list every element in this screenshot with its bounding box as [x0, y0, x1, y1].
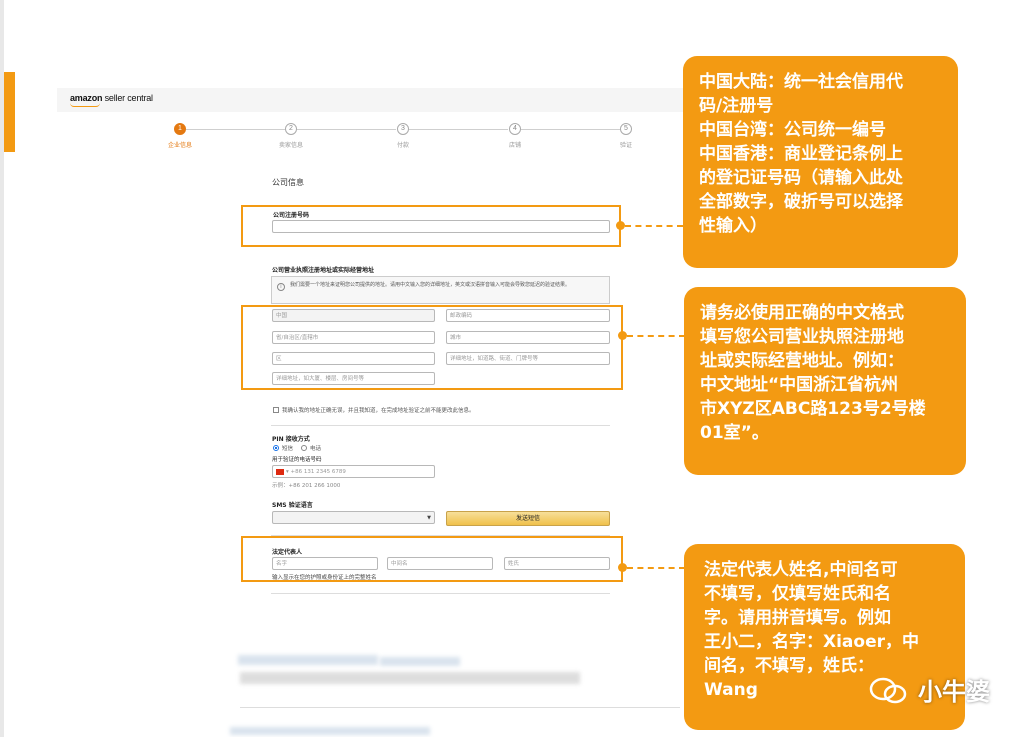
connector-line [625, 225, 683, 227]
phone-example: 示例：+86 201 266 1000 [272, 483, 341, 489]
sms-language-select[interactable]: ▼ [272, 511, 435, 524]
step-5-circle: 5 [620, 123, 632, 135]
address-info-box: i 我们需要一个地址来证明您公司提供的地址。请用中文输入您的详细地址，英文或汉语… [271, 276, 610, 304]
callout-address-format: 请务必使用正确的中文格式 填写您公司营业执照注册地 址或实际经营地址。例如： 中… [684, 287, 966, 475]
phone-input[interactable]: ▾ +86 131 2345 6789 [272, 465, 435, 478]
seller-central-logo[interactable]: amazon seller central [70, 93, 153, 107]
callout-line: 性输入） [699, 216, 767, 236]
wechat-icon [869, 677, 907, 704]
logo-brand: amazon [70, 93, 103, 103]
phone-value: +86 131 2345 6789 [290, 469, 346, 475]
callout-line: 填写您公司营业执照注册地 [700, 327, 904, 347]
step-1-label: 企业信息 [167, 142, 192, 149]
callout-line: 间名，不填写，姓氏： [704, 656, 874, 676]
chevron-down-icon: ▼ [427, 515, 431, 521]
callout-line: 址或实际经营地址。例如： [700, 351, 904, 371]
pin-call-radio[interactable] [301, 445, 307, 451]
divider [271, 593, 610, 594]
blurred-content [230, 727, 430, 735]
seller-central-header [57, 88, 697, 112]
callout-line: 的登记证号码（请输入此处 [699, 168, 903, 188]
callout-line: 不填写，仅填写姓氏和名 [704, 584, 891, 604]
orange-side-tab [4, 72, 15, 152]
callout-line: 请务必使用正确的中文格式 [700, 303, 904, 323]
progress-line [521, 129, 620, 130]
blurred-content [238, 655, 378, 665]
step-1-circle: 1 [174, 123, 186, 135]
callout-line: 码/注册号 [699, 96, 774, 116]
callout-line: 全部数字，破折号可以选择 [699, 192, 903, 212]
step-4-circle: 4 [509, 123, 521, 135]
step-5-label: 验证 [619, 142, 632, 149]
watermark-text: 小牛婆 [918, 678, 990, 706]
progress-line [409, 129, 508, 130]
callout-registration-number: 中国大陆：统一社会信用代 码/注册号 中国台湾：公司统一编号 中国香港：商业登记… [683, 56, 958, 268]
send-sms-button[interactable]: 发送短信 [446, 511, 610, 526]
reg-number-highlight [241, 205, 621, 247]
progress-line [186, 129, 285, 130]
confirm-address-checkbox[interactable] [273, 407, 279, 413]
address-info-text: 我们需要一个地址来证明您公司提供的地址。请用中文输入您的详细地址，英文或汉语拼音… [290, 282, 571, 288]
callout-line: 中国大陆：统一社会信用代 [699, 72, 903, 92]
callout-line: 法定代表人姓名,中间名可 [704, 560, 898, 580]
connector-dot [616, 221, 625, 230]
slide: amazon seller central 1 2 3 4 5 企业信息 卖家信… [0, 0, 1024, 737]
amazon-smile-icon [70, 103, 100, 107]
connector-dot [618, 563, 627, 572]
callout-line: 01室”。 [700, 423, 769, 443]
pin-sms-radio[interactable] [273, 445, 279, 451]
divider [240, 707, 680, 708]
connector-line [627, 335, 685, 337]
phone-label: 用于验证的电话号码 [272, 457, 322, 463]
callout-line: 中文地址“中国浙江省杭州 [700, 375, 899, 395]
callout-line: 王小二，名字：Xiaoer，中 [704, 632, 919, 652]
pin-call-label: 电话 [310, 446, 322, 452]
address-label: 公司营业执照注册地址或实际经营地址 [272, 267, 375, 274]
info-icon: i [277, 283, 285, 291]
callout-line: Wang [704, 680, 758, 700]
logo-product: seller central [104, 93, 153, 103]
address-highlight [241, 305, 623, 390]
step-2-label: 卖家信息 [278, 142, 303, 149]
china-flag-icon [276, 468, 284, 475]
confirm-address-text: 我确认我的地址正确无误，并且我知道，在完成地址验证之前不能更改此信息。 [282, 408, 475, 414]
legal-rep-highlight [241, 536, 623, 582]
step-3-label: 付款 [396, 142, 409, 149]
pin-sms-label: 短信 [282, 446, 294, 452]
step-2-circle: 2 [285, 123, 297, 135]
blurred-content [240, 672, 580, 684]
callout-line: 字。请用拼音填写。例如 [704, 608, 891, 628]
step-4-label: 店铺 [508, 142, 521, 149]
callout-line: 中国台湾：公司统一编号 [699, 120, 886, 140]
step-3-circle: 3 [397, 123, 409, 135]
connector-line [627, 567, 685, 569]
callout-line: 中国香港：商业登记条例上 [699, 144, 903, 164]
pin-label: PIN 接收方式 [272, 436, 310, 443]
form-heading: 公司信息 [272, 178, 304, 187]
divider [271, 425, 610, 426]
blurred-content [380, 657, 460, 666]
sms-language-label: SMS 验证语言 [272, 502, 313, 509]
callout-line: 市XYZ区ABC路123号2号楼 [700, 399, 926, 419]
progress-line [297, 129, 396, 130]
connector-dot [618, 331, 627, 340]
